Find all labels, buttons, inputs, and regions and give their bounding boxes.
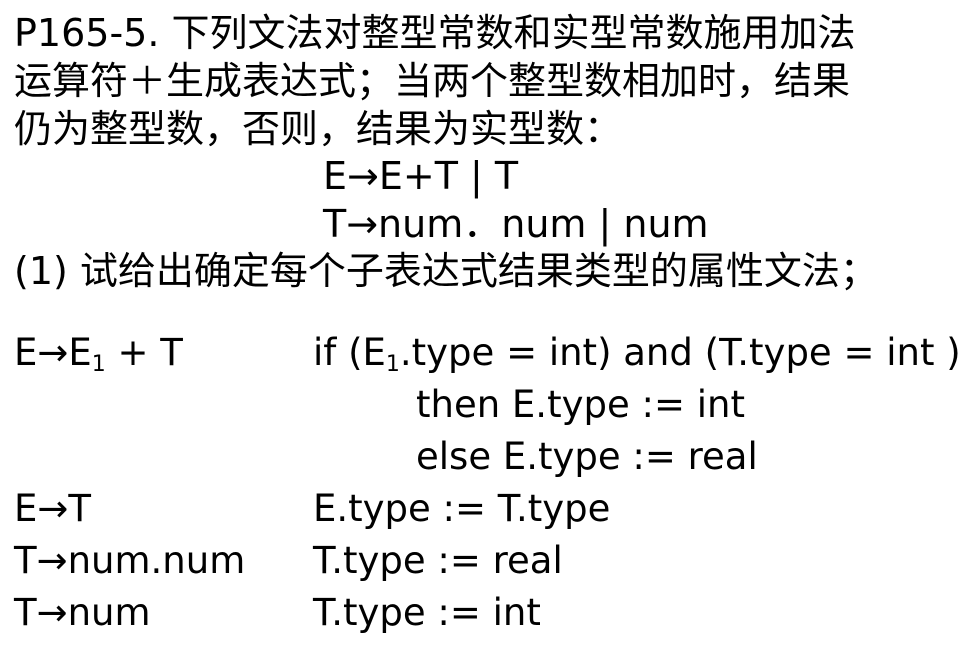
rule-lhs: E→T — [14, 487, 91, 530]
rule-action: E.type := T.type — [313, 487, 611, 530]
grammar-production: T→num．num | num — [323, 202, 709, 246]
question-text: (1) 试给出确定每个子表达式结果类型的属性文法； — [14, 249, 878, 293]
problem-text-line: 运算符＋生成表达式；当两个整型数相加时，结果 — [14, 59, 851, 103]
rule-lhs: E→E1 + T — [14, 331, 183, 377]
rule-lhs: T→num — [14, 591, 151, 634]
rule-action: T.type := int — [313, 591, 541, 634]
problem-title-line: P165-5. 下列文法对整型常数和实型常数施用加法 — [14, 11, 856, 55]
grammar-production: E→E+T | T — [323, 154, 519, 198]
rule-action: if (E1.type = int) and (T.type = int ) — [313, 331, 961, 377]
rule-action-then: then E.type := int — [416, 383, 745, 426]
problem-text-line: 仍为整型数，否则，结果为实型数： — [14, 107, 623, 151]
rule-lhs: T→num.num — [14, 539, 246, 582]
rule-action: T.type := real — [313, 539, 563, 582]
rule-action-else: else E.type := real — [416, 435, 758, 478]
